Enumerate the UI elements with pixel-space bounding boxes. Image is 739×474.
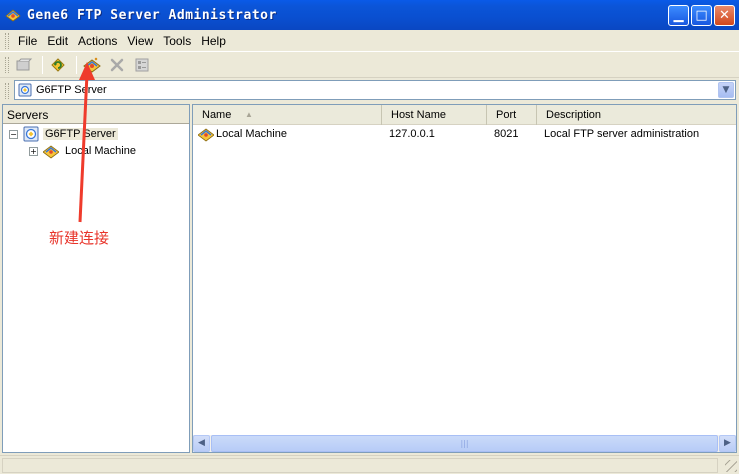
server-icon — [23, 126, 39, 142]
toolbar-separator — [76, 55, 77, 74]
menu-file[interactable]: File — [13, 34, 42, 48]
refresh-icon — [51, 57, 65, 72]
status-panel — [2, 458, 718, 473]
ftp-site-icon — [198, 128, 214, 141]
delete-icon — [110, 58, 124, 71]
scroll-left-button[interactable]: ◀ — [193, 435, 210, 452]
delete-button[interactable] — [106, 54, 128, 76]
window-title: Gene6 FTP Server Administrator — [27, 7, 277, 23]
g6ftp-app-icon — [5, 9, 21, 22]
column-header-label: Host Name — [391, 109, 447, 121]
server-combo-bar: G6FTP Server ▼ — [0, 78, 739, 103]
combobar-grip[interactable] — [5, 82, 9, 99]
expand-icon[interactable]: + — [29, 146, 38, 156]
close-button[interactable]: ✕ — [714, 5, 735, 26]
horizontal-scrollbar[interactable]: ◀ ||| ▶ — [193, 435, 736, 452]
scroll-thumb[interactable]: ||| — [211, 435, 718, 452]
title-bar[interactable]: Gene6 FTP Server Administrator ▁ □ ✕ — [0, 0, 739, 30]
cell-port: 8021 — [494, 127, 519, 140]
menu-edit[interactable]: Edit — [42, 34, 73, 48]
new-connection-icon — [83, 57, 101, 73]
menu-help[interactable]: Help — [196, 34, 231, 48]
column-header-label: Port — [496, 109, 517, 121]
scroll-right-button[interactable]: ▶ — [719, 435, 736, 452]
tree-node-g6ftp-server[interactable]: − G6FTP Server — [9, 126, 118, 142]
refresh-button[interactable] — [47, 54, 69, 76]
properties-icon — [135, 58, 149, 71]
servers-pane: Servers − G6FTP Server + Local Machine — [2, 104, 190, 453]
column-header-description[interactable]: Description — [537, 105, 736, 125]
server-icon — [18, 83, 32, 97]
column-header-name[interactable]: Name ▲ — [193, 105, 382, 125]
ftp-site-icon — [43, 145, 59, 159]
new-connection-button[interactable] — [81, 54, 103, 76]
resize-grip[interactable] — [725, 460, 737, 472]
maximize-button[interactable]: □ — [691, 5, 712, 26]
toolbar-separator — [42, 55, 43, 74]
list-header: Name ▲ Host Name Port Description — [193, 105, 736, 125]
connect-icon — [16, 58, 33, 70]
properties-button[interactable] — [131, 54, 153, 76]
servers-pane-header: Servers — [3, 105, 189, 124]
cell-description: Local FTP server administration — [544, 127, 700, 140]
column-header-host[interactable]: Host Name — [382, 105, 487, 125]
server-select-value: G6FTP Server — [36, 84, 107, 96]
server-select[interactable]: G6FTP Server ▼ — [14, 80, 736, 100]
menu-actions[interactable]: Actions — [73, 34, 122, 48]
annotation-label: 新建连接 — [49, 229, 110, 247]
toolbar — [0, 52, 739, 78]
scroll-track[interactable]: ||| — [210, 435, 719, 452]
column-header-label: Name — [202, 109, 232, 121]
minimize-icon: ▁ — [673, 8, 684, 23]
status-bar — [0, 455, 739, 474]
cell-host: 127.0.0.1 — [389, 127, 435, 140]
tree-node-local-machine[interactable]: + Local Machine — [29, 143, 138, 159]
menu-tools[interactable]: Tools — [158, 34, 196, 48]
maximize-icon: □ — [695, 8, 708, 23]
cell-name-text: Local Machine — [216, 127, 287, 140]
menu-view[interactable]: View — [122, 34, 158, 48]
minimize-button[interactable]: ▁ — [668, 5, 689, 26]
chevron-down-icon[interactable]: ▼ — [718, 82, 734, 98]
tree-node-label: G6FTP Server — [43, 128, 118, 140]
close-icon: ✕ — [719, 8, 730, 23]
list-item[interactable]: Local Machine 127.0.0.1 8021 Local FTP s… — [193, 125, 736, 142]
connections-list: Name ▲ Host Name Port Description Local … — [192, 104, 737, 453]
collapse-icon[interactable]: − — [9, 129, 18, 139]
column-header-port[interactable]: Port — [487, 105, 537, 125]
connect-button[interactable] — [13, 54, 35, 76]
tree-node-label: Local Machine — [65, 145, 136, 157]
column-header-label: Description — [546, 109, 602, 121]
cell-name: Local Machine — [193, 126, 382, 142]
menu-bar: File Edit Actions View Tools Help — [0, 30, 739, 52]
sort-ascending-icon: ▲ — [245, 110, 253, 119]
toolbar-grip[interactable] — [5, 56, 9, 73]
menubar-grip[interactable] — [5, 32, 9, 49]
